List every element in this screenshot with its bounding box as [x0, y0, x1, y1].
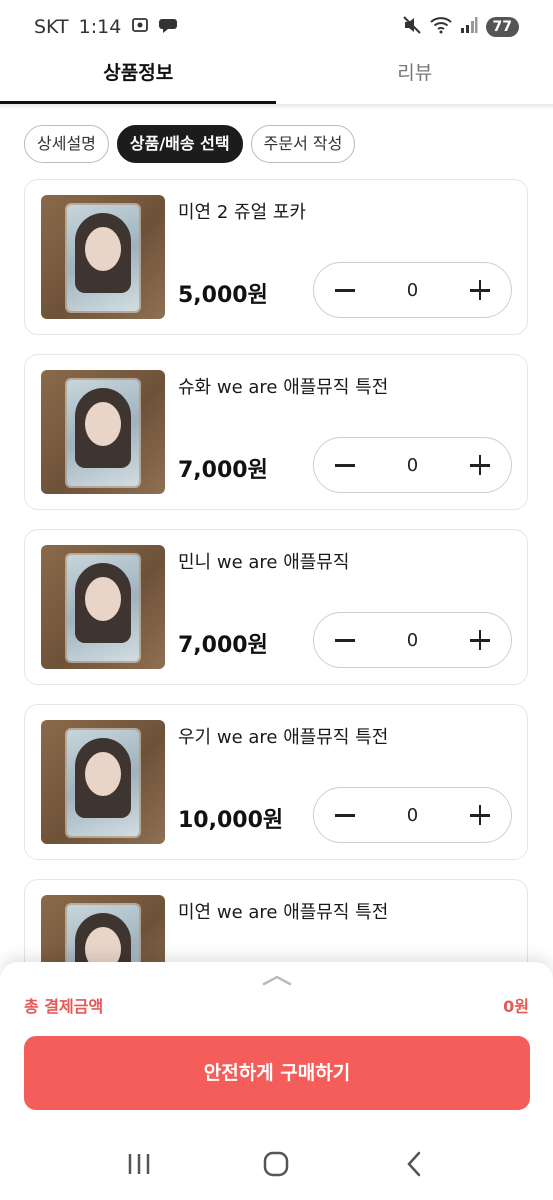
quantity-stepper: 0 — [313, 787, 512, 843]
minus-icon — [335, 814, 355, 817]
status-left: SKT 1:14 — [34, 16, 179, 39]
signal-icon — [460, 16, 478, 39]
carrier-label: SKT — [34, 16, 69, 38]
minus-icon — [335, 464, 355, 467]
product-card: 민니 we are 애플뮤직 7,000원 0 — [24, 529, 528, 685]
product-name: 미연 2 쥬얼 포카 — [178, 202, 306, 223]
tab-product-info[interactable]: 상품정보 — [0, 54, 277, 104]
decrease-button[interactable] — [332, 277, 358, 303]
system-nav-bar — [0, 1128, 553, 1200]
expand-handle-icon[interactable] — [262, 972, 292, 986]
product-card: 우기 we are 애플뮤직 특전 10,000원 0 — [24, 704, 528, 860]
total-amount: 0원 — [503, 997, 529, 1016]
quantity-value: 0 — [406, 804, 419, 826]
product-name: 슈화 we are 애플뮤직 특전 — [178, 377, 389, 398]
quantity-stepper: 0 — [313, 437, 512, 493]
decrease-button[interactable] — [332, 627, 358, 653]
minus-icon — [335, 289, 355, 292]
increase-button[interactable] — [467, 277, 493, 303]
quantity-value: 0 — [406, 454, 419, 476]
total-label: 총 결제금액 — [24, 997, 104, 1016]
screenshot-icon — [131, 16, 149, 39]
chip-description[interactable]: 상세설명 — [24, 125, 109, 163]
product-price: 7,000원 — [178, 633, 268, 658]
minus-icon — [335, 639, 355, 642]
status-right: 77 — [402, 15, 519, 40]
product-thumbnail — [41, 545, 165, 669]
product-price: 7,000원 — [178, 458, 268, 483]
mute-icon — [402, 15, 422, 40]
quantity-stepper: 0 — [313, 262, 512, 318]
header-divider — [0, 104, 553, 110]
battery-icon: 77 — [485, 17, 519, 37]
product-thumbnail — [41, 370, 165, 494]
product-thumbnail — [41, 195, 165, 319]
product-price: 5,000원 — [178, 283, 268, 308]
chip-order-form[interactable]: 주문서 작성 — [250, 125, 356, 163]
product-name: 우기 we are 애플뮤직 특전 — [178, 727, 389, 748]
decrease-button[interactable] — [332, 452, 358, 478]
tab-bar: 상품정보 리뷰 — [0, 54, 553, 104]
product-card: 슈화 we are 애플뮤직 특전 7,000원 0 — [24, 354, 528, 510]
product-card: 미연 2 쥬얼 포카 5,000원 0 — [24, 179, 528, 335]
product-name: 미연 we are 애플뮤직 특전 — [178, 902, 389, 923]
recent-apps-button[interactable] — [119, 1144, 159, 1184]
increase-button[interactable] — [467, 627, 493, 653]
wifi-icon — [429, 16, 452, 39]
status-bar: SKT 1:14 77 — [0, 0, 553, 54]
buy-button[interactable]: 안전하게 구매하기 — [24, 1036, 530, 1110]
increase-button[interactable] — [467, 802, 493, 828]
back-button[interactable] — [394, 1144, 434, 1184]
chip-product-shipping[interactable]: 상품/배송 선택 — [116, 125, 243, 163]
product-price: 10,000원 — [178, 808, 284, 833]
product-thumbnail — [41, 720, 165, 844]
clock: 1:14 — [78, 16, 122, 38]
quantity-value: 0 — [406, 279, 419, 301]
decrease-button[interactable] — [332, 802, 358, 828]
product-name: 민니 we are 애플뮤직 — [178, 552, 350, 573]
quantity-value: 0 — [406, 629, 419, 651]
section-chips: 상세설명 상품/배송 선택 주문서 작성 — [24, 125, 356, 163]
quantity-stepper: 0 — [313, 612, 512, 668]
increase-button[interactable] — [467, 452, 493, 478]
tab-reviews[interactable]: 리뷰 — [277, 54, 553, 104]
chat-bubble-icon — [159, 16, 179, 39]
home-button[interactable] — [256, 1144, 296, 1184]
